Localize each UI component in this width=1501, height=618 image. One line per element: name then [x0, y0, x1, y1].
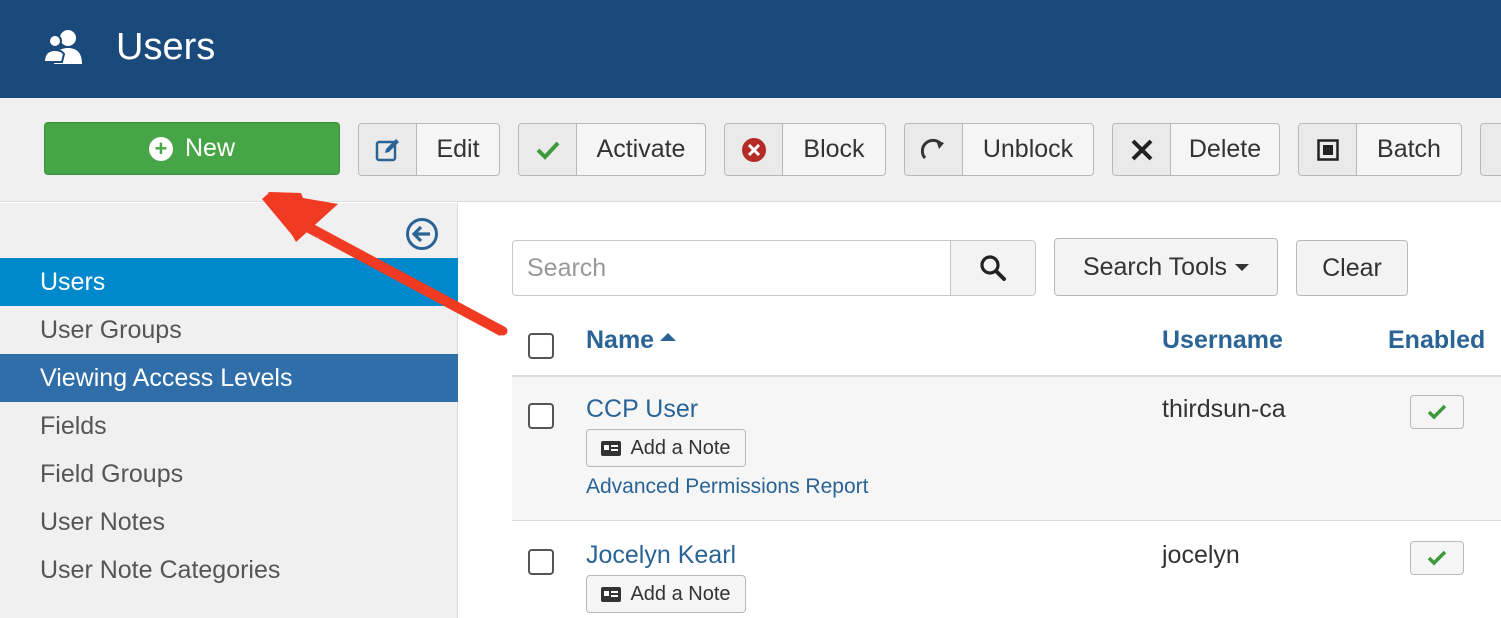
new-button[interactable]: + New	[44, 122, 340, 175]
search-icon	[980, 255, 1006, 281]
add-note-label: Add a Note	[630, 436, 731, 459]
column-header-name-label: Name	[586, 326, 655, 354]
more-toolbar-button[interactable]	[1480, 123, 1501, 176]
row-checkbox[interactable]	[528, 403, 554, 429]
block-icon	[725, 124, 783, 175]
sidebar-item-field-groups[interactable]: Field Groups	[0, 450, 458, 498]
clear-button[interactable]: Clear	[1296, 240, 1408, 296]
check-icon	[1427, 404, 1447, 420]
sidebar-item-user-groups[interactable]: User Groups	[0, 306, 458, 354]
advanced-permissions-link[interactable]: Advanced Permissions Report	[586, 475, 868, 499]
caret-down-icon	[1235, 263, 1250, 271]
unblock-icon	[905, 124, 963, 175]
add-note-button[interactable]: Add a Note	[586, 429, 746, 467]
add-note-label: Add a Note	[630, 582, 731, 605]
sort-ascending-icon	[660, 333, 677, 342]
add-note-button[interactable]: Add a Note	[586, 575, 746, 613]
sidebar: Users User Groups Viewing Access Levels …	[0, 203, 458, 618]
delete-icon	[1113, 124, 1171, 175]
block-button[interactable]: Block	[724, 123, 886, 176]
enabled-toggle[interactable]	[1410, 395, 1464, 429]
sidebar-item-viewing-access-levels[interactable]: Viewing Access Levels	[0, 354, 458, 402]
username-value: thirdsun-ca	[1162, 395, 1286, 423]
delete-button[interactable]: Delete	[1112, 123, 1280, 176]
sidebar-item-users[interactable]: Users	[0, 258, 458, 306]
sidebar-item-user-notes[interactable]: User Notes	[0, 498, 458, 546]
activate-button-label: Activate	[596, 135, 686, 163]
column-header-enabled[interactable]: Enabled	[1388, 326, 1485, 355]
users-icon	[42, 30, 82, 64]
page-header: Users	[0, 0, 1501, 98]
search-input[interactable]	[512, 240, 951, 296]
username-value: jocelyn	[1162, 541, 1240, 569]
activate-button[interactable]: Activate	[518, 123, 706, 176]
batch-button[interactable]: Batch	[1298, 123, 1462, 176]
column-header-username[interactable]: Username	[1162, 326, 1283, 355]
toolbar: + New Edit Activate Block Unblock Delete…	[0, 98, 1501, 202]
edit-button-label: Edit	[436, 135, 480, 163]
search-button[interactable]	[950, 240, 1036, 296]
edit-button[interactable]: Edit	[358, 123, 500, 176]
sidebar-item-fields[interactable]: Fields	[0, 402, 458, 450]
batch-button-label: Batch	[1377, 135, 1441, 163]
plus-icon: +	[148, 136, 173, 161]
enabled-toggle[interactable]	[1410, 541, 1464, 575]
search-tools-button[interactable]: Search Tools	[1054, 238, 1278, 296]
note-card-icon	[601, 440, 622, 456]
unblock-button-label: Unblock	[982, 135, 1074, 163]
edit-icon	[359, 124, 417, 175]
new-button-label: New	[184, 134, 235, 162]
batch-icon	[1299, 124, 1357, 175]
check-icon	[1427, 550, 1447, 566]
row-checkbox[interactable]	[528, 549, 554, 575]
user-name-link[interactable]: Jocelyn Kearl	[586, 541, 736, 570]
page-title: Users	[116, 26, 216, 68]
user-name-link[interactable]: CCP User	[586, 395, 698, 424]
note-card-icon	[601, 586, 622, 602]
select-all-checkbox[interactable]	[528, 333, 554, 359]
collapse-sidebar-icon[interactable]	[405, 217, 439, 251]
sidebar-item-user-note-categories[interactable]: User Note Categories	[0, 546, 458, 594]
delete-button-label: Delete	[1188, 135, 1262, 163]
unblock-button[interactable]: Unblock	[904, 123, 1094, 176]
search-tools-label: Search Tools	[1082, 252, 1228, 281]
column-header-name[interactable]: Name	[586, 326, 677, 355]
block-button-label: Block	[803, 135, 865, 163]
check-icon	[519, 124, 577, 175]
